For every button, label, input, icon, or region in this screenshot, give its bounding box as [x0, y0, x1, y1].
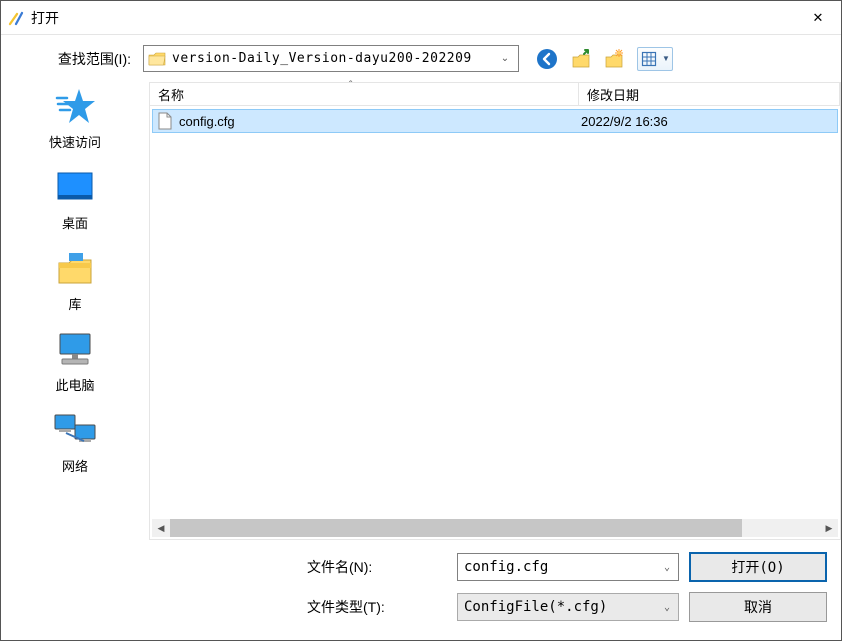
- nav-buttons: ▼: [535, 47, 673, 71]
- scroll-left-icon[interactable]: ◀: [152, 519, 170, 537]
- filename-input[interactable]: config.cfg ⌄: [457, 553, 679, 581]
- sort-indicator-icon: ˆ: [349, 80, 352, 91]
- file-date: 2022/9/2 16:36: [581, 114, 668, 129]
- sidebar-item-this-pc[interactable]: 此电脑: [1, 329, 149, 394]
- libraries-icon: [51, 248, 99, 290]
- scroll-right-icon[interactable]: ▶: [820, 519, 838, 537]
- app-icon: [7, 9, 25, 27]
- open-button-label: 打开(O): [731, 557, 784, 577]
- view-menu-button[interactable]: ▼: [637, 47, 673, 71]
- sidebar-item-label: 此电脑: [55, 375, 94, 394]
- file-icon: [157, 112, 173, 130]
- dialog-body: 快速访问 桌面 库: [1, 82, 841, 640]
- view-icon: [640, 50, 658, 68]
- pc-icon: [51, 329, 99, 371]
- file-row-name-cell: config.cfg: [153, 112, 577, 130]
- window-title: 打开: [31, 8, 59, 28]
- close-button[interactable]: ✕: [795, 1, 841, 35]
- cancel-button-label: 取消: [744, 597, 772, 617]
- scroll-track[interactable]: [170, 519, 820, 537]
- chevron-down-icon[interactable]: ⌄: [496, 46, 514, 71]
- sidebar-item-label: 桌面: [62, 213, 88, 232]
- new-folder-button[interactable]: [603, 47, 627, 71]
- path-combo[interactable]: version-Daily_Version-dayu200-202209 ⌄: [143, 45, 519, 72]
- filename-value: config.cfg: [464, 559, 548, 575]
- chevron-down-icon[interactable]: ⌄: [656, 594, 678, 620]
- horizontal-scrollbar[interactable]: ◀ ▶: [152, 519, 838, 537]
- network-icon: [51, 410, 99, 452]
- titlebar: 打开 ✕: [1, 1, 841, 35]
- sidebar-item-quick-access[interactable]: 快速访问: [1, 86, 149, 151]
- file-row[interactable]: config.cfg 2022/9/2 16:36: [152, 109, 838, 133]
- path-text: version-Daily_Version-dayu200-202209: [172, 51, 490, 66]
- scroll-thumb[interactable]: [170, 519, 742, 537]
- sidebar-item-desktop[interactable]: 桌面: [1, 167, 149, 232]
- up-one-level-button[interactable]: [569, 47, 593, 71]
- bottom-controls: 文件名(N): config.cfg ⌄ 打开(O) 文件类型(T): Conf…: [149, 540, 841, 640]
- chevron-down-icon[interactable]: ⌄: [656, 554, 678, 580]
- open-button[interactable]: 打开(O): [689, 552, 827, 582]
- sidebar-item-label: 库: [68, 294, 81, 313]
- open-dialog: 打开 ✕ 查找范围(I): version-Daily_Version-dayu…: [0, 0, 842, 641]
- sidebar-item-label: 网络: [62, 456, 88, 475]
- desktop-icon: [51, 167, 99, 209]
- filename-label: 文件名(N):: [307, 557, 447, 577]
- lookin-label: 查找范围(I):: [11, 49, 135, 69]
- column-header-label: 名称: [158, 85, 184, 104]
- sidebar-item-network[interactable]: 网络: [1, 410, 149, 475]
- quick-access-icon: [51, 86, 99, 128]
- column-header-name[interactable]: 名称: [149, 82, 579, 106]
- file-list-panel: ˆ 名称 修改日期: [149, 82, 841, 640]
- column-header-label: 修改日期: [587, 85, 639, 104]
- filetype-label: 文件类型(T):: [307, 597, 447, 617]
- filetype-value: ConfigFile(*.cfg): [464, 599, 607, 615]
- file-name: config.cfg: [179, 114, 235, 129]
- lookin-row: 查找范围(I): version-Daily_Version-dayu200-2…: [1, 35, 841, 82]
- filetype-select[interactable]: ConfigFile(*.cfg) ⌄: [457, 593, 679, 621]
- places-sidebar: 快速访问 桌面 库: [1, 82, 149, 640]
- file-row-date-cell: 2022/9/2 16:36: [577, 114, 837, 129]
- close-icon: ✕: [813, 10, 824, 26]
- cancel-button[interactable]: 取消: [689, 592, 827, 622]
- column-headers: ˆ 名称 修改日期: [149, 82, 841, 106]
- folder-icon: [148, 52, 166, 66]
- sidebar-item-label: 快速访问: [49, 132, 101, 151]
- column-header-date[interactable]: 修改日期: [579, 82, 840, 106]
- file-list[interactable]: config.cfg 2022/9/2 16:36 ◀ ▶: [149, 106, 841, 540]
- back-button[interactable]: [535, 47, 559, 71]
- sidebar-item-libraries[interactable]: 库: [1, 248, 149, 313]
- chevron-down-icon: ▼: [660, 54, 670, 63]
